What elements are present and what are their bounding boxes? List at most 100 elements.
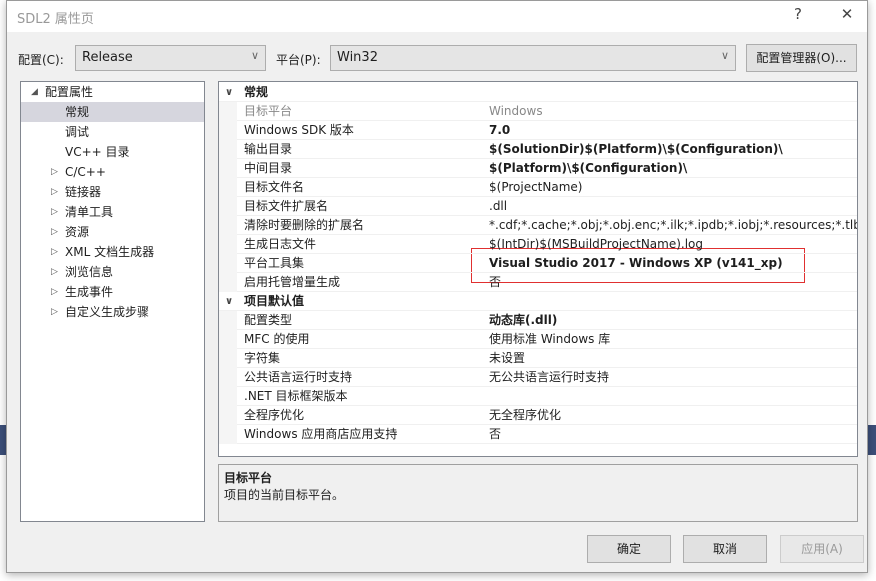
property-value[interactable]: $(ProjectName) xyxy=(489,178,857,197)
tree-item[interactable]: ▷ 浏览信息 xyxy=(21,262,204,282)
property-row[interactable]: 目标文件扩展名 .dll xyxy=(219,197,857,216)
tree-item[interactable]: ▷ 清单工具 xyxy=(21,202,204,222)
config-value: Release xyxy=(82,50,133,65)
property-row[interactable]: 清除时要删除的扩展名 *.cdf;*.cache;*.obj;*.obj.enc;… xyxy=(219,216,857,235)
config-manager-button[interactable]: 配置管理器(O)... xyxy=(746,44,857,72)
property-row[interactable]: .NET 目标框架版本 xyxy=(219,387,857,406)
property-row[interactable]: 生成日志文件 $(IntDir)$(MSBuildProjectName).log xyxy=(219,235,857,254)
row-gutter xyxy=(219,349,237,368)
property-value[interactable]: $(IntDir)$(MSBuildProjectName).log xyxy=(489,235,857,254)
help-button[interactable]: ? xyxy=(783,5,813,27)
description-title: 目标平台 xyxy=(224,471,273,485)
tree-item[interactable]: ▷ 资源 xyxy=(21,222,204,242)
row-gutter xyxy=(219,216,237,235)
property-value[interactable]: 使用标准 Windows 库 xyxy=(489,330,857,349)
property-name: 平台工具集 xyxy=(244,256,305,270)
property-row[interactable]: 中间目录 $(Platform)\$(Configuration)\ xyxy=(219,159,857,178)
expand-icon[interactable]: ▷ xyxy=(51,282,58,302)
property-name: 目标文件名 xyxy=(244,180,305,194)
property-value[interactable]: Windows xyxy=(489,102,857,121)
property-value[interactable]: 7.0 xyxy=(489,121,857,140)
property-value[interactable]: *.cdf;*.cache;*.obj;*.obj.enc;*.ilk;*.ip… xyxy=(489,216,857,235)
property-value[interactable]: 无公共语言运行时支持 xyxy=(489,368,857,387)
property-value[interactable]: Visual Studio 2017 - Windows XP (v141_xp… xyxy=(489,254,857,273)
property-pages-dialog: SDL2 属性页 ? ✕ 配置(C): Release ∨ 平台(P): Win… xyxy=(6,0,868,573)
tree-item[interactable]: 调试 xyxy=(21,122,204,142)
property-value[interactable]: .dll xyxy=(489,197,857,216)
expand-icon[interactable]: ▷ xyxy=(51,162,58,182)
collapse-icon[interactable]: ◢ xyxy=(31,82,38,102)
ok-button[interactable]: 确定 xyxy=(587,535,671,563)
chevron-down-icon[interactable]: ∨ xyxy=(225,83,233,102)
description-text: 项目的当前目标平台。 xyxy=(224,488,345,502)
tree-item[interactable]: ▷ XML 文档生成器 xyxy=(21,242,204,262)
chevron-down-icon[interactable]: ∨ xyxy=(225,292,233,311)
expand-icon[interactable]: ▷ xyxy=(51,262,58,282)
config-label: 配置(C): xyxy=(18,53,64,67)
property-row[interactable]: Windows SDK 版本 7.0 xyxy=(219,121,857,140)
category-title: 常规 xyxy=(244,85,269,99)
tree-item[interactable]: VC++ 目录 xyxy=(21,142,204,162)
tree-item-label: 常规 xyxy=(65,105,90,119)
property-value[interactable]: 否 xyxy=(489,273,857,292)
tree-item[interactable]: ▷ C/C++ xyxy=(21,162,204,182)
property-value[interactable]: $(SolutionDir)$(Platform)\$(Configuratio… xyxy=(489,140,857,159)
property-row[interactable]: Windows 应用商店应用支持 否 xyxy=(219,425,857,444)
row-gutter xyxy=(219,140,237,159)
property-row[interactable]: 配置类型 动态库(.dll) xyxy=(219,311,857,330)
property-value[interactable]: $(Platform)\$(Configuration)\ xyxy=(489,159,857,178)
tree-item[interactable]: 常规 xyxy=(21,102,204,122)
apply-button[interactable]: 应用(A) xyxy=(780,535,864,563)
expand-icon[interactable]: ▷ xyxy=(51,242,58,262)
expand-icon[interactable]: ▷ xyxy=(51,222,58,242)
property-row[interactable]: 目标文件名 $(ProjectName) xyxy=(219,178,857,197)
row-gutter xyxy=(219,425,237,444)
property-row[interactable]: 公共语言运行时支持 无公共语言运行时支持 xyxy=(219,368,857,387)
property-name: 清除时要删除的扩展名 xyxy=(244,218,365,232)
title-bar: SDL2 属性页 ? ✕ xyxy=(7,1,867,32)
close-button[interactable]: ✕ xyxy=(832,5,862,27)
property-row[interactable]: 字符集 未设置 xyxy=(219,349,857,368)
property-name: .NET 目标框架版本 xyxy=(244,389,348,403)
expand-icon[interactable]: ▷ xyxy=(51,182,58,202)
tree-item[interactable]: ▷ 生成事件 xyxy=(21,282,204,302)
tree-item-label: 调试 xyxy=(65,125,90,139)
platform-dropdown[interactable]: Win32 ∨ xyxy=(330,45,736,71)
category-row[interactable]: ∨ 常规 xyxy=(219,83,857,102)
property-name: 目标文件扩展名 xyxy=(244,199,329,213)
category-row[interactable]: ∨ 项目默认值 xyxy=(219,292,857,311)
tree-item-label: C/C++ xyxy=(65,165,106,179)
tree-item[interactable]: ▷ 自定义生成步骤 xyxy=(21,302,204,322)
property-name: 生成日志文件 xyxy=(244,237,317,251)
property-name: 输出目录 xyxy=(244,142,293,156)
tree-item-label: 资源 xyxy=(65,225,90,239)
property-row[interactable]: 启用托管增量生成 否 xyxy=(219,273,857,292)
row-gutter xyxy=(219,406,237,425)
chevron-down-icon: ∨ xyxy=(250,49,259,62)
property-value[interactable]: 动态库(.dll) xyxy=(489,311,857,330)
row-gutter xyxy=(219,273,237,292)
expand-icon[interactable]: ▷ xyxy=(51,302,58,322)
row-gutter xyxy=(219,178,237,197)
property-name: 中间目录 xyxy=(244,161,293,175)
property-name: MFC 的使用 xyxy=(244,332,310,346)
property-row[interactable]: 目标平台 Windows xyxy=(219,102,857,121)
property-name: 目标平台 xyxy=(244,104,293,118)
tree-item-label: 链接器 xyxy=(65,185,102,199)
property-row[interactable]: MFC 的使用 使用标准 Windows 库 xyxy=(219,330,857,349)
property-value[interactable]: 否 xyxy=(489,425,857,444)
config-dropdown[interactable]: Release ∨ xyxy=(75,45,266,71)
property-row[interactable]: 输出目录 $(SolutionDir)$(Platform)\$(Configur… xyxy=(219,140,857,159)
property-name: 全程序优化 xyxy=(244,408,305,422)
property-value[interactable]: 未设置 xyxy=(489,349,857,368)
row-gutter xyxy=(219,121,237,140)
expand-icon[interactable]: ▷ xyxy=(51,202,58,222)
property-value[interactable]: 无全程序优化 xyxy=(489,406,857,425)
tree-item[interactable]: ▷ 链接器 xyxy=(21,182,204,202)
property-row[interactable]: 平台工具集 Visual Studio 2017 - Windows XP (v1… xyxy=(219,254,857,273)
tree-item[interactable]: ◢ 配置属性 xyxy=(21,82,204,102)
property-row[interactable]: 全程序优化 无全程序优化 xyxy=(219,406,857,425)
property-name: 启用托管增量生成 xyxy=(244,275,341,289)
tree-item-label: 浏览信息 xyxy=(65,265,114,279)
cancel-button[interactable]: 取消 xyxy=(683,535,767,563)
